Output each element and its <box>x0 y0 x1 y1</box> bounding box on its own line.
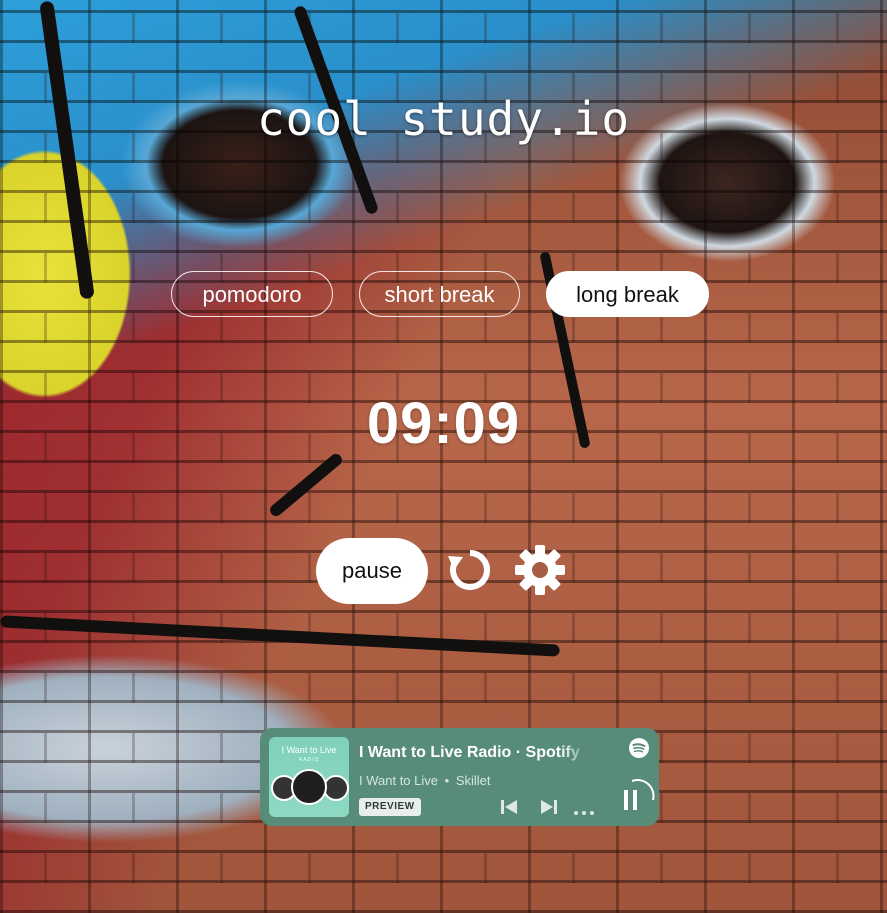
player-pause-button[interactable] <box>618 778 656 816</box>
album-cover[interactable]: I Want to Live RADIO <box>269 737 349 817</box>
spotify-logo-button[interactable] <box>628 737 650 759</box>
next-button[interactable] <box>540 798 558 816</box>
spotify-logo-icon <box>629 738 649 758</box>
mode-tabs: pomodoro short break long break <box>0 271 887 317</box>
previous-button[interactable] <box>500 798 518 816</box>
track-title[interactable]: I Want to Live Radio · Spotify <box>359 744 591 762</box>
song-name[interactable]: I Want to Live <box>359 773 438 788</box>
spotify-player: I Want to Live RADIO I Want to Live Radi… <box>260 728 659 826</box>
tab-pomodoro[interactable]: pomodoro <box>171 271 333 317</box>
cover-artist-image <box>291 769 327 805</box>
settings-button[interactable] <box>515 545 565 595</box>
track-subtitle: I Want to Live • Skillet <box>359 773 491 788</box>
separator: • <box>444 773 450 788</box>
artist-name[interactable]: Skillet <box>456 773 491 788</box>
pause-button[interactable]: pause <box>316 538 428 604</box>
timer-display: 09:09 <box>366 391 521 456</box>
preview-badge: PREVIEW <box>359 798 421 816</box>
restart-icon <box>448 550 490 590</box>
more-icon <box>574 811 594 815</box>
tab-long-break[interactable]: long break <box>546 271 709 317</box>
reset-button[interactable] <box>446 546 494 594</box>
more-button[interactable] <box>573 804 595 815</box>
app-title: cool study.io <box>256 92 631 146</box>
cover-title: I Want to Live <box>281 745 337 755</box>
tab-short-break[interactable]: short break <box>359 271 520 317</box>
skip-previous-icon <box>501 800 517 814</box>
title-fade <box>560 740 591 766</box>
cover-subtitle: RADIO <box>298 757 320 763</box>
skip-next-icon <box>541 800 557 814</box>
gear-icon <box>515 545 565 595</box>
pause-icon <box>624 779 655 810</box>
